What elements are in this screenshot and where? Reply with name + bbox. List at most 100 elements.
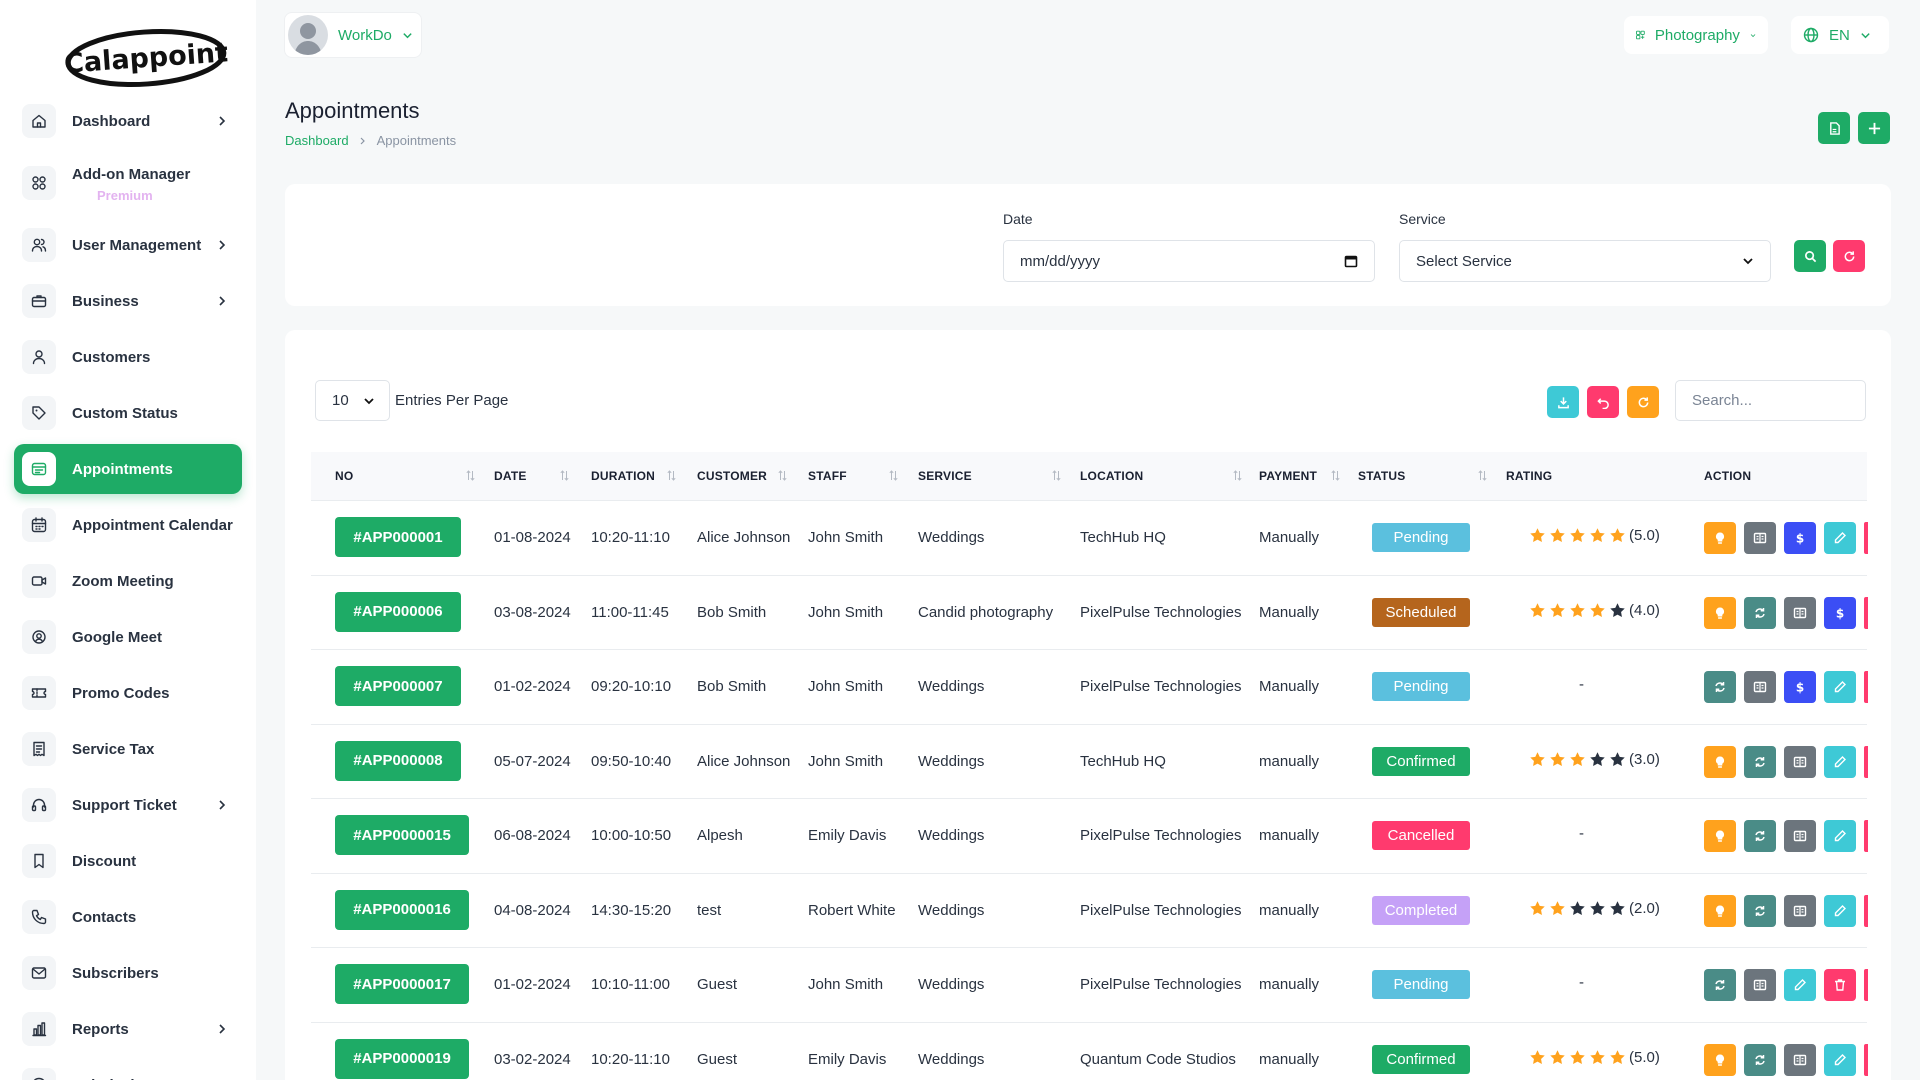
sync-action-button[interactable]: [1744, 596, 1776, 629]
column-header-rating[interactable]: RATING: [1506, 469, 1552, 483]
sidebar-item-support-ticket[interactable]: Support Ticket: [14, 780, 242, 830]
undo-button[interactable]: [1587, 386, 1619, 418]
notes-action-button[interactable]: [1784, 596, 1816, 629]
column-header-payment[interactable]: PAYMENT: [1259, 469, 1317, 483]
pencil-action-button[interactable]: [1824, 820, 1856, 852]
appointment-id-button[interactable]: #APP0000017: [335, 964, 469, 1004]
pencil-action-button[interactable]: [1824, 522, 1856, 554]
bulb-action-button[interactable]: [1704, 1043, 1736, 1076]
entries-per-page-select[interactable]: 10: [315, 380, 390, 421]
dollar-action-button[interactable]: $: [1824, 596, 1856, 629]
sidebar-item-helpdesk[interactable]: Helpdesk: [14, 1060, 242, 1080]
column-header-no[interactable]: NO: [335, 469, 353, 483]
notes-action-button[interactable]: [1744, 671, 1776, 703]
notes-action-button[interactable]: [1784, 894, 1816, 927]
workspace-switcher[interactable]: Photography: [1624, 16, 1768, 54]
sync-action-button[interactable]: [1744, 820, 1776, 852]
column-header-duration[interactable]: DURATION: [591, 469, 655, 483]
pencil-action-button[interactable]: [1824, 745, 1856, 778]
appointment-id-button[interactable]: #APP000007: [335, 666, 461, 706]
sort-icon[interactable]: [1052, 470, 1061, 481]
sync-action-button[interactable]: [1744, 1043, 1776, 1076]
date-input[interactable]: mm/dd/yyyy: [1003, 240, 1375, 282]
sidebar-item-customers[interactable]: Customers: [14, 332, 242, 382]
delete-action-button[interactable]: [1864, 969, 1868, 1001]
sidebar-item-reports[interactable]: Reports: [14, 1004, 242, 1054]
user-menu[interactable]: WorkDo: [284, 12, 422, 58]
notes-action-button[interactable]: [1784, 745, 1816, 778]
delete-action-button[interactable]: [1864, 894, 1868, 927]
sidebar-item-discount[interactable]: Discount: [14, 836, 242, 886]
column-header-staff[interactable]: STAFF: [808, 469, 847, 483]
dollar-action-button[interactable]: $: [1784, 671, 1816, 703]
sidebar-item-appointment-calendar[interactable]: Appointment Calendar: [14, 500, 242, 550]
sidebar-item-service-tax[interactable]: Service Tax: [14, 724, 242, 774]
service-select[interactable]: Select Service: [1399, 240, 1771, 282]
delete-action-button[interactable]: [1864, 522, 1868, 554]
bulb-action-button[interactable]: [1704, 596, 1736, 629]
column-header-location[interactable]: LOCATION: [1080, 469, 1143, 483]
search-button[interactable]: [1794, 240, 1826, 272]
delete-action-button[interactable]: [1864, 596, 1868, 629]
bulb-action-button[interactable]: [1704, 522, 1736, 554]
column-header-date[interactable]: DATE: [494, 469, 527, 483]
sort-icon[interactable]: [466, 470, 475, 481]
sync-action-button[interactable]: [1704, 969, 1736, 1001]
bulb-action-button[interactable]: [1704, 820, 1736, 852]
sync-action-button[interactable]: [1744, 894, 1776, 927]
delete-action-button[interactable]: [1864, 1043, 1868, 1076]
notes-action-button[interactable]: [1784, 820, 1816, 852]
sort-icon[interactable]: [667, 470, 676, 481]
sidebar-item-add-on-manager[interactable]: Add-on Manager Premium: [14, 152, 242, 214]
column-header-customer[interactable]: CUSTOMER: [697, 469, 767, 483]
sidebar-item-contacts[interactable]: Contacts: [14, 892, 242, 942]
calendar-icon[interactable]: [1344, 254, 1358, 268]
delete-action-button[interactable]: [1864, 671, 1868, 703]
sidebar-item-google-meet[interactable]: Google Meet: [14, 612, 242, 662]
pencil-action-button[interactable]: [1824, 1043, 1856, 1076]
download-button[interactable]: [1547, 386, 1579, 418]
sidebar-item-zoom-meeting[interactable]: Zoom Meeting: [14, 556, 242, 606]
appointment-id-button[interactable]: #APP0000016: [335, 889, 469, 930]
bulb-action-button[interactable]: [1704, 894, 1736, 927]
bulb-action-button[interactable]: [1704, 745, 1736, 778]
table-search-input[interactable]: [1675, 380, 1866, 421]
dollar-action-button[interactable]: $: [1784, 522, 1816, 554]
notes-action-button[interactable]: [1744, 969, 1776, 1001]
reload-button[interactable]: [1627, 386, 1659, 418]
delete-action-button[interactable]: [1864, 820, 1868, 852]
notes-action-button[interactable]: [1744, 522, 1776, 554]
trash-action-button[interactable]: [1824, 969, 1856, 1001]
sidebar-item-subscribers[interactable]: Subscribers: [14, 948, 242, 998]
sidebar-item-promo-codes[interactable]: Promo Codes: [14, 668, 242, 718]
notes-action-button[interactable]: [1784, 1043, 1816, 1076]
language-switcher[interactable]: EN: [1791, 16, 1889, 54]
sidebar-item-business[interactable]: Business: [14, 276, 242, 326]
delete-action-button[interactable]: [1864, 745, 1868, 778]
sort-icon[interactable]: [778, 470, 787, 481]
sidebar-item-custom-status[interactable]: Custom Status: [14, 388, 242, 438]
appointment-id-button[interactable]: #APP0000019: [335, 1038, 469, 1079]
sort-icon[interactable]: [560, 470, 569, 481]
add-appointment-button[interactable]: [1858, 112, 1890, 144]
sort-icon[interactable]: [889, 470, 898, 481]
sidebar-item-user-management[interactable]: User Management: [14, 220, 242, 270]
column-header-service[interactable]: SERVICE: [918, 469, 972, 483]
appointment-id-button[interactable]: #APP000001: [335, 517, 461, 557]
sidebar-item-appointments[interactable]: Appointments: [14, 444, 242, 494]
appointment-id-button[interactable]: #APP000008: [335, 740, 461, 781]
sync-action-button[interactable]: [1744, 745, 1776, 778]
sidebar-item-dashboard[interactable]: Dashboard: [14, 96, 242, 146]
breadcrumb-home[interactable]: Dashboard: [285, 133, 349, 148]
column-header-action[interactable]: ACTION: [1704, 469, 1751, 483]
sync-action-button[interactable]: [1704, 671, 1736, 703]
sort-icon[interactable]: [1478, 470, 1487, 481]
pencil-action-button[interactable]: [1824, 894, 1856, 927]
appointment-id-button[interactable]: #APP000006: [335, 591, 461, 632]
reset-button[interactable]: [1833, 240, 1865, 272]
pencil-action-button[interactable]: [1784, 969, 1816, 1001]
column-header-status[interactable]: STATUS: [1358, 469, 1405, 483]
sort-icon[interactable]: [1331, 470, 1340, 481]
sort-icon[interactable]: [1233, 470, 1242, 481]
pencil-action-button[interactable]: [1824, 671, 1856, 703]
